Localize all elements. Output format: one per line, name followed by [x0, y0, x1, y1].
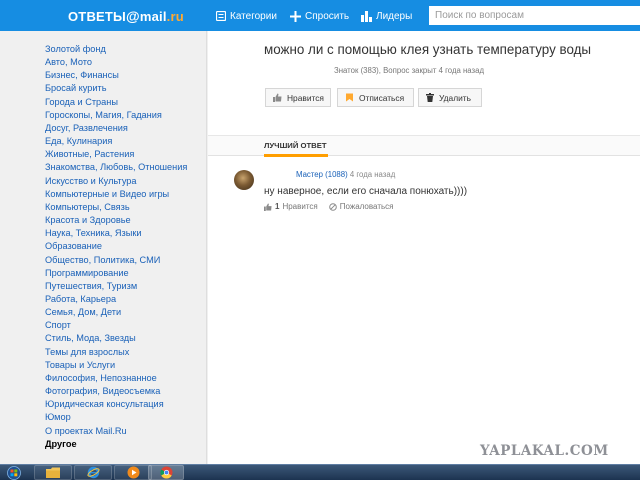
answer-time: 4 года назад	[349, 170, 396, 179]
sidebar-item[interactable]: Юмор	[45, 411, 187, 424]
plus-icon	[290, 10, 301, 22]
media-player-icon[interactable]	[114, 465, 152, 480]
delete-button[interactable]: Удалить	[418, 88, 482, 107]
avatar[interactable]	[234, 170, 254, 190]
like-button-label: Нравится	[287, 92, 324, 103]
site-logo[interactable]: ОТВЕТЫ@mail.ru	[68, 8, 184, 24]
sidebar-item[interactable]: Бросай курить	[45, 82, 187, 95]
chrome-icon[interactable]	[148, 465, 184, 480]
unsubscribe-button-label: Отписаться	[359, 92, 405, 103]
like-button[interactable]: Нравится	[265, 88, 331, 107]
categories-icon	[216, 11, 226, 21]
sidebar-item[interactable]: Программирование	[45, 267, 187, 280]
sidebar-item[interactable]: Темы для взрослых	[45, 346, 187, 359]
explorer-folder-icon[interactable]	[34, 465, 72, 480]
sidebar-item[interactable]: Красота и Здоровье	[45, 214, 187, 227]
block-icon	[328, 202, 337, 211]
sidebar-item[interactable]: Компьютерные и Видео игры	[45, 188, 187, 201]
answer-like-count: 1	[275, 202, 280, 211]
sidebar-item[interactable]: Другое	[45, 438, 187, 451]
sidebar-item[interactable]: Искусство и Культура	[45, 175, 187, 188]
taskbar	[0, 464, 640, 480]
logo-brand: mail	[139, 9, 167, 24]
answer-author-link[interactable]: Мастер (1088)	[296, 170, 348, 179]
question-panel: можно ли с помощью клея узнать температу…	[208, 31, 640, 464]
sidebar-item[interactable]: Фотография, Видеосъемка	[45, 385, 187, 398]
best-answer-underline	[264, 154, 328, 157]
top-bar: ОТВЕТЫ@mail.ru Категории Спросить Лидеры	[0, 0, 640, 31]
nav-categories-label: Категории	[230, 10, 277, 22]
leaders-bars-icon	[361, 10, 372, 22]
question-title: можно ли с помощью клея узнать температу…	[264, 42, 592, 57]
bookmark-icon	[346, 93, 353, 102]
logo-at: @	[125, 8, 140, 24]
windows-start-icon[interactable]	[0, 465, 28, 480]
nav-ask[interactable]: Спросить	[290, 6, 349, 26]
sidebar-item[interactable]: Компьютеры, Связь	[45, 201, 187, 214]
sidebar-item[interactable]: Города и Страны	[45, 96, 187, 109]
unsubscribe-button[interactable]: Отписаться	[337, 88, 414, 107]
internet-explorer-icon[interactable]	[74, 465, 112, 480]
sidebar-item[interactable]: Животные, Растения	[45, 148, 187, 161]
answer-actions: 1 Нравится Пожаловаться	[264, 202, 393, 211]
sidebar-item[interactable]: Стиль, Мода, Звезды	[45, 332, 187, 345]
category-list: Золотой фонд Авто, Мото Бизнес, Финансы Бро…	[45, 43, 187, 451]
sidebar-item[interactable]: Товары и Услуги	[45, 359, 187, 372]
nav-leaders[interactable]: Лидеры	[361, 6, 412, 26]
sidebar-item[interactable]: Знакомства, Любовь, Отношения	[45, 161, 187, 174]
sidebar-item[interactable]: Наука, Техника, Языки	[45, 227, 187, 240]
nav-categories[interactable]: Категории	[216, 6, 277, 26]
delete-button-label: Удалить	[439, 92, 471, 103]
sidebar-item[interactable]: Путешествия, Туризм	[45, 280, 187, 293]
best-answer-label: ЛУЧШИЙ ОТВЕТ	[264, 141, 327, 150]
search-input[interactable]	[429, 6, 640, 25]
report-label: Пожаловаться	[339, 202, 394, 211]
answer-like-button[interactable]: 1 Нравится	[264, 202, 318, 211]
sidebar-item[interactable]: Гороскопы, Магия, Гадания	[45, 109, 187, 122]
logo-text: ОТВЕТЫ	[68, 9, 126, 24]
nav-ask-label: Спросить	[305, 10, 350, 22]
thumbs-up-icon	[264, 202, 272, 211]
answer-author-line: Мастер (1088) 4 года назад	[296, 170, 395, 179]
answer-like-label: Нравится	[282, 202, 318, 211]
sidebar: Золотой фонд Авто, Мото Бизнес, Финансы Бро…	[0, 31, 207, 464]
sidebar-item[interactable]: О проектах Mail.Ru	[45, 425, 187, 438]
nav-leaders-label: Лидеры	[376, 10, 413, 22]
sidebar-item[interactable]: Спорт	[45, 319, 187, 332]
report-button[interactable]: Пожаловаться	[328, 202, 394, 211]
trash-icon	[426, 93, 434, 102]
sidebar-item[interactable]: Золотой фонд	[45, 43, 187, 56]
answer-text: ну наверное, если его сначала понюхать))…	[264, 186, 468, 197]
sidebar-item[interactable]: Работа, Карьера	[45, 293, 187, 306]
sidebar-item[interactable]: Досуг, Развлечения	[45, 122, 187, 135]
sidebar-item[interactable]: Семья, Дом, Дети	[45, 306, 187, 319]
logo-tld: .ru	[166, 9, 184, 24]
sidebar-item[interactable]: Общество, Политика, СМИ	[45, 254, 187, 267]
best-answer-header: ЛУЧШИЙ ОТВЕТ	[208, 135, 640, 157]
thumbs-up-icon	[273, 93, 282, 102]
watermark: YAPLAKAL.COM	[480, 443, 609, 459]
sidebar-item[interactable]: Еда, Кулинария	[45, 135, 187, 148]
sidebar-item[interactable]: Образование	[45, 240, 187, 253]
question-meta: Знаток (383), Вопрос закрыт 4 года назад	[334, 66, 485, 75]
sidebar-item[interactable]: Философия, Непознанное	[45, 372, 187, 385]
sidebar-item[interactable]: Юридическая консультация	[45, 398, 187, 411]
sidebar-item[interactable]: Авто, Мото	[45, 56, 187, 69]
sidebar-item[interactable]: Бизнес, Финансы	[45, 69, 187, 82]
